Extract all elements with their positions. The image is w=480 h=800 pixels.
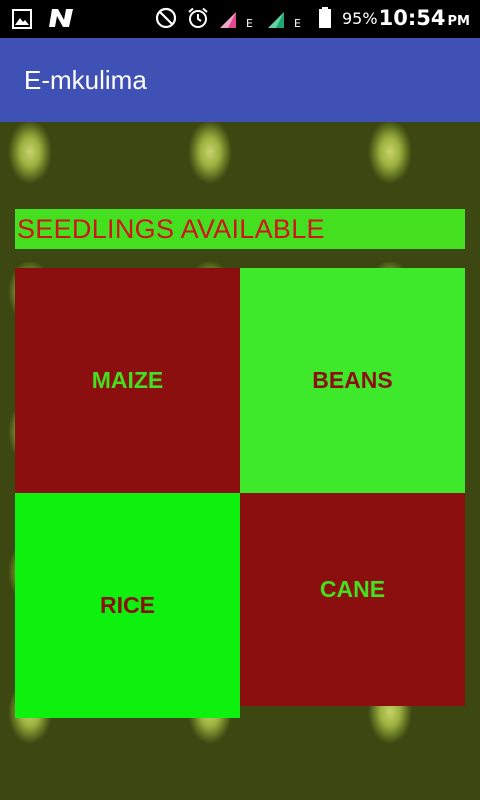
seedlings-heading-text: SEEDLINGS AVAILABLE [17, 214, 325, 244]
rice-button[interactable]: RICE [15, 493, 240, 718]
clock-ampm: PM [447, 14, 470, 29]
seedlings-heading: SEEDLINGS AVAILABLE [15, 209, 465, 249]
status-bar: E E 95% 10:54 PM [0, 0, 480, 38]
signal-icon [266, 10, 286, 30]
gallery-icon [12, 9, 32, 29]
network-badge: E [294, 17, 301, 30]
cane-button[interactable]: CANE [240, 493, 465, 706]
network-badge: E [246, 17, 253, 30]
app-title: E-mkulima [24, 65, 147, 95]
cane-label: CANE [319, 576, 386, 602]
clock-time: 10:54 [378, 6, 446, 30]
alarm-icon [187, 7, 209, 28]
battery-percent: 95% [342, 9, 378, 28]
battery-icon [318, 7, 332, 28]
signal-icon [218, 10, 238, 30]
maize-label: MAIZE [91, 367, 164, 393]
clock: 10:54 PM [379, 6, 470, 30]
rice-label: RICE [100, 592, 155, 618]
beans-button[interactable]: BEANS [240, 268, 465, 493]
beans-label: BEANS [312, 367, 393, 393]
n-app-icon [48, 8, 76, 28]
do-not-disturb-icon [155, 7, 177, 29]
app-bar: E-mkulima [0, 38, 480, 122]
maize-button[interactable]: MAIZE [15, 268, 240, 493]
